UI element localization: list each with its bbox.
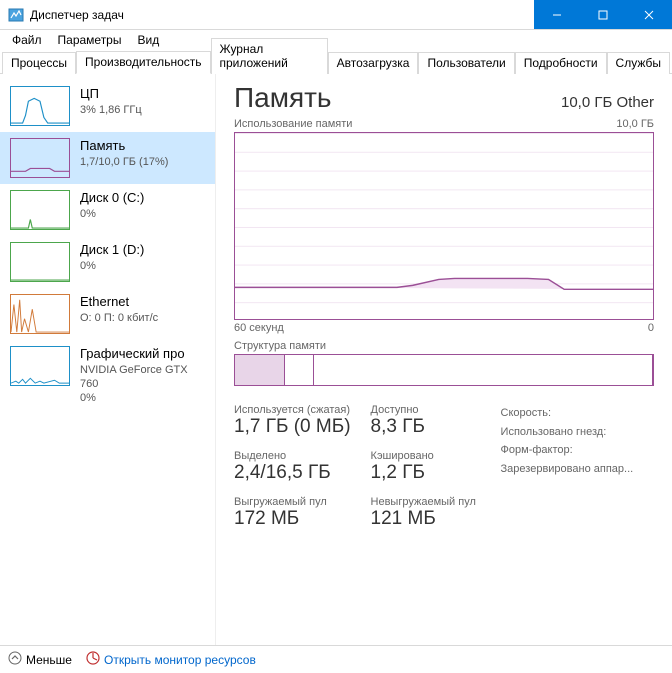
stat-nonpaged-value: 121 МБ	[371, 508, 481, 530]
sidebar-memory-label: Память	[80, 138, 168, 155]
tab-startup[interactable]: Автозагрузка	[328, 52, 419, 74]
composition-free	[314, 355, 653, 385]
chart-usage-label: Использование памяти	[234, 118, 352, 130]
window-title: Диспетчер задач	[30, 8, 534, 22]
stat-committed-label: Выделено	[234, 450, 351, 462]
sidebar-item-ethernet[interactable]: Ethernet О: 0 П: 0 кбит/с	[0, 288, 215, 340]
menu-file[interactable]: Файл	[4, 31, 50, 49]
fewer-details-button[interactable]: Меньше	[8, 651, 72, 668]
memory-stats: Используется (сжатая)1,7 ГБ (0 МБ) Выдел…	[234, 404, 654, 530]
stat-inuse-value: 1,7 ГБ (0 МБ)	[234, 416, 351, 438]
composition-in-use	[235, 355, 285, 385]
sidebar-disk0-sub: 0%	[80, 207, 144, 221]
app-icon	[8, 7, 24, 23]
open-resource-monitor-label: Открыть монитор ресурсов	[104, 653, 256, 667]
sidebar-gpu-sub1: NVIDIA GeForce GTX 760	[80, 363, 205, 392]
tab-strip: Процессы Производительность Журнал прило…	[0, 50, 672, 74]
stat-inuse-label: Используется (сжатая)	[234, 404, 351, 416]
tab-details[interactable]: Подробности	[515, 52, 607, 74]
tab-performance[interactable]: Производительность	[76, 51, 210, 74]
stat-cached-value: 1,2 ГБ	[371, 462, 481, 484]
sidebar-ethernet-label: Ethernet	[80, 294, 158, 311]
chart-ylim-label: 10,0 ГБ	[616, 118, 654, 130]
info-form: Форм-фактор:	[501, 441, 634, 460]
sidebar-text: Память 1,7/10,0 ГБ (17%)	[80, 138, 168, 169]
disk-spark-icon	[10, 242, 70, 282]
detail-header: Память 10,0 ГБ Other	[234, 82, 654, 114]
sidebar-text: Ethernet О: 0 П: 0 кбит/с	[80, 294, 158, 325]
minimize-button[interactable]	[534, 0, 580, 29]
memory-composition-bar	[234, 354, 654, 386]
stats-col-2: Доступно8,3 ГБ Кэшировано1,2 ГБ Невыгруж…	[371, 404, 481, 530]
chart-x-right: 0	[648, 322, 654, 334]
page-title: Память	[234, 82, 332, 114]
tab-app-history[interactable]: Журнал приложений	[211, 38, 328, 74]
network-spark-icon	[10, 294, 70, 334]
sidebar-item-memory[interactable]: Память 1,7/10,0 ГБ (17%)	[0, 132, 215, 184]
stat-available-value: 8,3 ГБ	[371, 416, 481, 438]
sidebar-text: Диск 0 (C:) 0%	[80, 190, 144, 221]
gpu-spark-icon	[10, 346, 70, 386]
window-controls	[534, 0, 672, 29]
status-bar: Меньше Открыть монитор ресурсов	[0, 645, 672, 673]
stats-col-info: Скорость: Использовано гнезд: Форм-факто…	[501, 404, 634, 530]
chart-top-labels: Использование памяти 10,0 ГБ	[234, 118, 654, 130]
cpu-spark-icon	[10, 86, 70, 126]
sidebar-disk1-sub: 0%	[80, 259, 144, 273]
stat-paged-label: Выгружаемый пул	[234, 496, 351, 508]
tab-users[interactable]: Пользователи	[418, 52, 514, 74]
sidebar-disk1-label: Диск 1 (D:)	[80, 242, 144, 259]
fewer-details-label: Меньше	[26, 653, 72, 667]
sidebar-cpu-label: ЦП	[80, 86, 142, 103]
sidebar-gpu-label: Графический про	[80, 346, 205, 363]
sidebar-ethernet-sub: О: 0 П: 0 кбит/с	[80, 311, 158, 325]
memory-capacity: 10,0 ГБ Other	[561, 94, 654, 111]
sidebar-item-gpu[interactable]: Графический про NVIDIA GeForce GTX 760 0…	[0, 340, 215, 412]
stat-paged-value: 172 МБ	[234, 508, 351, 530]
performance-detail: Память 10,0 ГБ Other Использование памят…	[216, 74, 672, 645]
composition-modified	[285, 355, 314, 385]
tab-services[interactable]: Службы	[607, 52, 670, 74]
sidebar-item-cpu[interactable]: ЦП 3% 1,86 ГГц	[0, 80, 215, 132]
info-speed: Скорость:	[501, 404, 634, 423]
close-button[interactable]	[626, 0, 672, 29]
stats-col-1: Используется (сжатая)1,7 ГБ (0 МБ) Выдел…	[234, 404, 351, 530]
sidebar-text: Графический про NVIDIA GeForce GTX 760 0…	[80, 346, 205, 406]
sidebar-item-disk0[interactable]: Диск 0 (C:) 0%	[0, 184, 215, 236]
sidebar-gpu-sub2: 0%	[80, 391, 205, 405]
content-area: ЦП 3% 1,86 ГГц Память 1,7/10,0 ГБ (17%) …	[0, 74, 672, 645]
stat-committed-value: 2,4/16,5 ГБ	[234, 462, 351, 484]
resource-monitor-icon	[86, 651, 100, 668]
performance-sidebar: ЦП 3% 1,86 ГГц Память 1,7/10,0 ГБ (17%) …	[0, 74, 216, 645]
info-reserved: Зарезервировано аппар...	[501, 460, 634, 479]
sidebar-disk0-label: Диск 0 (C:)	[80, 190, 144, 207]
title-bar: Диспетчер задач	[0, 0, 672, 30]
menu-view[interactable]: Вид	[129, 31, 167, 49]
maximize-button[interactable]	[580, 0, 626, 29]
sidebar-item-disk1[interactable]: Диск 1 (D:) 0%	[0, 236, 215, 288]
chevron-up-circle-icon	[8, 651, 22, 668]
tab-processes[interactable]: Процессы	[2, 52, 76, 74]
menu-bar: Файл Параметры Вид	[0, 30, 672, 50]
stat-available-label: Доступно	[371, 404, 481, 416]
sidebar-text: Диск 1 (D:) 0%	[80, 242, 144, 273]
chart-x-left: 60 секунд	[234, 322, 284, 334]
stat-nonpaged-label: Невыгружаемый пул	[371, 496, 481, 508]
disk-spark-icon	[10, 190, 70, 230]
menu-options[interactable]: Параметры	[50, 31, 130, 49]
open-resource-monitor-link[interactable]: Открыть монитор ресурсов	[86, 651, 256, 668]
sidebar-text: ЦП 3% 1,86 ГГц	[80, 86, 142, 117]
sidebar-memory-sub: 1,7/10,0 ГБ (17%)	[80, 155, 168, 169]
memory-spark-icon	[10, 138, 70, 178]
composition-label: Структура памяти	[234, 340, 654, 352]
stat-cached-label: Кэшировано	[371, 450, 481, 462]
sidebar-cpu-sub: 3% 1,86 ГГц	[80, 103, 142, 117]
info-slots: Использовано гнезд:	[501, 423, 634, 442]
memory-usage-chart	[234, 132, 654, 320]
chart-x-labels: 60 секунд 0	[234, 322, 654, 334]
